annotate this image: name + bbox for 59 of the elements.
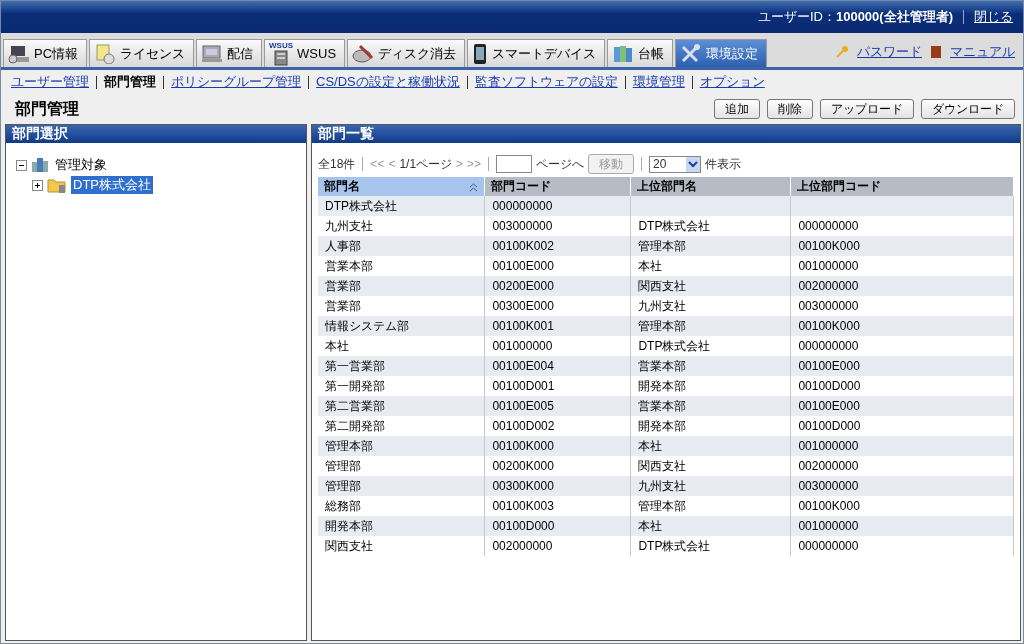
subnav-link[interactable]: ポリシーグループ管理	[171, 73, 301, 91]
page-input[interactable]	[496, 155, 533, 173]
tools-icon	[680, 43, 703, 64]
computer-icon	[8, 43, 30, 64]
book-icon	[930, 45, 942, 59]
column-header[interactable]: 部門コード	[484, 177, 631, 196]
per-page-select[interactable]: 20	[649, 155, 702, 173]
nav-tab[interactable]: スマートデバイス	[467, 39, 606, 67]
collapse-toggle[interactable]	[16, 159, 27, 171]
nav-tab[interactable]: WSUS WSUS	[264, 39, 346, 67]
page-indicator: 1/1ページ	[399, 155, 453, 173]
subnav-link[interactable]: ユーザー管理	[11, 73, 89, 91]
nav-tab[interactable]: PC情報	[3, 39, 88, 67]
nav-tab[interactable]: ディスク消去	[347, 39, 466, 67]
panel-title: 部門一覧	[312, 125, 1020, 143]
column-header[interactable]: 部門名	[318, 177, 485, 196]
subnav-link[interactable]: CS/DSの設定と稼働状況	[316, 73, 460, 91]
nav-tab[interactable]: 配信	[196, 39, 263, 67]
action-button[interactable]: アップロード	[820, 99, 914, 119]
computer-icon	[201, 43, 224, 64]
subnav-link[interactable]: 監査ソフトウェアの設定	[474, 73, 618, 91]
tree-item[interactable]: 管理対象	[53, 156, 109, 174]
table-cell: 関西支社	[318, 536, 485, 556]
building-icon	[31, 157, 49, 173]
caret-icon	[686, 156, 701, 172]
table-cell: 002000000	[484, 536, 631, 556]
nav-tab[interactable]: 台帳	[607, 39, 674, 67]
server-icon	[274, 49, 289, 66]
expand-toggle[interactable]	[32, 179, 43, 191]
folder-icon	[47, 177, 67, 193]
action-button[interactable]: 追加	[714, 99, 760, 119]
table-cell: 000000000	[790, 536, 1014, 556]
action-button[interactable]: 削除	[767, 99, 813, 119]
total-count: 全18件	[318, 155, 356, 173]
books-icon	[612, 43, 635, 64]
per-page-label: 件表示	[705, 155, 742, 173]
subnav-link[interactable]: オプション	[699, 73, 765, 91]
smartphone-icon	[472, 42, 489, 65]
user-id-label: ユーザーID：100000(全社管理者)	[757, 8, 953, 26]
goto-label: ページへ	[536, 155, 585, 173]
nav-tab[interactable]: 環境設定	[675, 39, 768, 67]
subnav-link[interactable]: 部門管理	[104, 73, 156, 91]
column-header[interactable]: 上位部門名	[630, 177, 791, 196]
nav-tab[interactable]: ライセンス	[89, 39, 195, 67]
page-title: 部門管理	[15, 98, 79, 119]
sort-icon	[469, 181, 479, 192]
manual-link[interactable]: マニュアル	[950, 43, 1015, 61]
column-header[interactable]: 上位部門コード	[790, 177, 1014, 196]
panel-title: 部門選択	[6, 125, 306, 143]
password-link[interactable]: パスワード	[857, 43, 922, 61]
table-cell: DTP株式会社	[630, 536, 791, 556]
tree-item[interactable]: DTP株式会社	[71, 176, 153, 194]
close-link[interactable]: 閉じる	[974, 8, 1013, 26]
subnav-link[interactable]: 環境管理	[632, 73, 685, 91]
key-icon	[835, 45, 849, 59]
action-button[interactable]: ダウンロード	[921, 99, 1015, 119]
icon-label: WSUS	[269, 41, 294, 50]
certificate-icon	[94, 43, 117, 64]
disk-icon	[352, 43, 375, 64]
